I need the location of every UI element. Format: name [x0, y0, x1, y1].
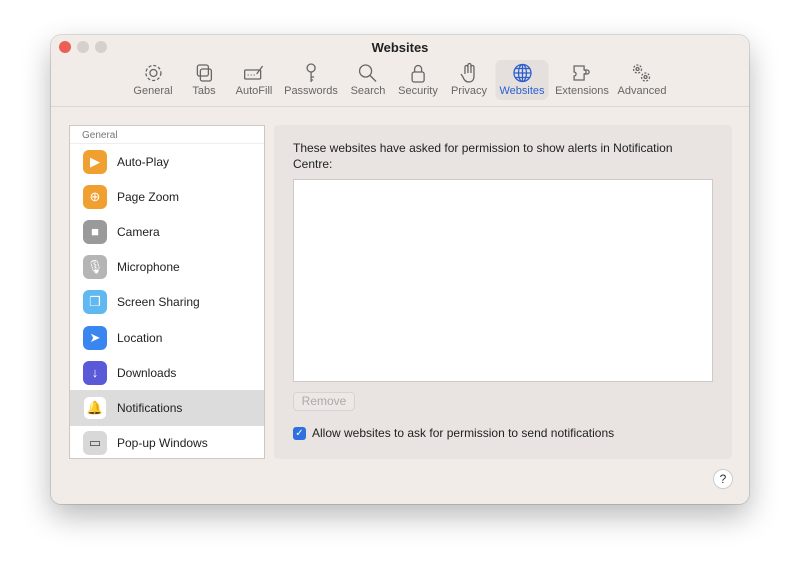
- checkmark-icon[interactable]: ✓: [293, 426, 306, 440]
- toolbar-tab-advanced[interactable]: Advanced: [614, 60, 671, 100]
- popup-icon: ▭: [83, 431, 107, 456]
- toolbar-tab-label: Advanced: [617, 85, 667, 97]
- play-icon: ▶: [83, 149, 107, 174]
- sidebar-item-label: Camera: [117, 224, 160, 239]
- toolbar-tab-label: Websites: [499, 85, 545, 97]
- sidebar-item-label: Location: [117, 330, 163, 345]
- sidebar-item-label: Pop-up Windows: [117, 436, 208, 451]
- autofill-icon: [244, 65, 264, 80]
- sidebar-item-microphone[interactable]: 🎙 Microphone: [70, 250, 264, 285]
- sidebar-item-label: Downloads: [117, 365, 177, 380]
- toolbar-tab-search[interactable]: Search: [347, 60, 390, 100]
- toolbar-tab-passwords[interactable]: Passwords: [280, 60, 342, 100]
- globe-icon: [512, 63, 532, 83]
- sidebar-item-label: Auto-Play: [117, 154, 170, 169]
- hand-icon: [460, 62, 475, 83]
- toolbar-tab-extensions[interactable]: Extensions: [551, 60, 613, 100]
- sidebar-item-pop-up-windows[interactable]: ▭ Pop-up Windows: [70, 426, 264, 461]
- search-icon: [359, 64, 377, 82]
- download-icon: ↓: [83, 360, 107, 385]
- toolbar-tab-label: Extensions: [555, 85, 609, 97]
- bell-icon: 🔔: [83, 395, 107, 420]
- toolbar-tab-label: Privacy: [450, 85, 488, 97]
- sidebar-item-label: Microphone: [117, 260, 180, 275]
- permission-message: These websites have asked for permission…: [293, 141, 673, 171]
- toolbar-tab-tabs[interactable]: Tabs: [188, 60, 219, 100]
- zoom-icon: ⊕: [83, 184, 107, 209]
- help-button[interactable]: ?: [713, 469, 733, 489]
- sidebar-item-label: Page Zoom: [117, 189, 180, 204]
- checkbox-label: Allow websites to ask for permission to …: [312, 426, 615, 440]
- location-icon: ➤: [83, 325, 107, 350]
- sidebar-item-downloads[interactable]: ↓ Downloads: [70, 355, 264, 390]
- toolbar-tab-autofill[interactable]: AutoFill: [232, 60, 277, 100]
- puzzle-icon: [573, 65, 590, 81]
- sidebar-item-screen-sharing[interactable]: ❐ Screen Sharing: [70, 285, 264, 320]
- sidebar-item-auto-play[interactable]: ▶ Auto-Play: [70, 144, 264, 179]
- gears-icon: [633, 64, 651, 82]
- key-icon: [306, 63, 316, 82]
- toolbar-tab-label: Security: [398, 85, 438, 97]
- sidebar-item-label: Screen Sharing: [117, 295, 200, 310]
- toolbar-tab-label: Search: [350, 85, 386, 97]
- toolbar-tab-general[interactable]: General: [129, 60, 176, 100]
- sidebar-item-notifications[interactable]: 🔔 Notifications: [70, 390, 264, 426]
- toolbar: General Tabs AutoFill Passwords Search Securi…: [51, 35, 749, 107]
- toolbar-tab-websites[interactable]: Websites: [495, 60, 549, 100]
- sidebar: General ▶ Auto-Play ⊕ Page Zoom ■ Camera 🎙 Micr…: [69, 125, 265, 459]
- tabs-icon: [196, 64, 212, 82]
- toolbar-tab-label: Tabs: [192, 85, 216, 97]
- microphone-icon: 🎙: [83, 255, 107, 280]
- websites-list[interactable]: [293, 179, 713, 382]
- toolbar-tab-privacy[interactable]: Privacy: [447, 60, 491, 100]
- preferences-window: Websites General Tabs AutoFill Passwords Sea…: [51, 35, 749, 504]
- toolbar-tab-label: AutoFill: [235, 85, 273, 97]
- lock-icon: [411, 64, 425, 83]
- gear-icon: [144, 64, 162, 82]
- sidebar-item-page-zoom[interactable]: ⊕ Page Zoom: [70, 179, 264, 214]
- screen-sharing-icon: ❐: [83, 290, 107, 315]
- toolbar-tab-label: General: [133, 85, 173, 97]
- toolbar-tab-security[interactable]: Security: [394, 60, 442, 100]
- sidebar-item-location[interactable]: ➤ Location: [70, 320, 264, 355]
- toolbar-tab-label: Passwords: [284, 85, 338, 97]
- allow-notifications-checkbox[interactable]: ✓ Allow websites to ask for permission t…: [293, 426, 614, 440]
- sidebar-item-camera[interactable]: ■ Camera: [70, 214, 264, 249]
- notifications-panel: These websites have asked for permission…: [274, 125, 732, 459]
- sidebar-header: General: [70, 126, 264, 144]
- remove-button[interactable]: Remove: [293, 392, 355, 411]
- camera-icon: ■: [83, 219, 107, 244]
- sidebar-item-label: Notifications: [117, 400, 183, 415]
